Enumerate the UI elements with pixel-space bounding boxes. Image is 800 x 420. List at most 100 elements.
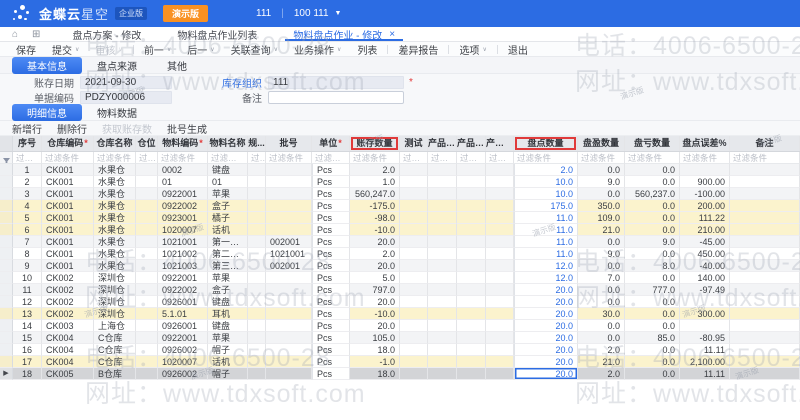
table-cell[interactable]: CK001 <box>42 224 94 236</box>
table-cell[interactable] <box>136 284 158 296</box>
table-cell[interactable] <box>136 236 158 248</box>
table-cell[interactable] <box>266 332 312 344</box>
table-cell[interactable]: Pcs <box>312 356 350 368</box>
table-cell[interactable] <box>486 356 514 368</box>
table-cell[interactable]: 20.0 <box>514 344 578 356</box>
table-cell[interactable]: 01 <box>158 176 208 188</box>
table-cell[interactable]: 0.0 <box>578 332 625 344</box>
toolbar-button[interactable]: 列表 <box>349 42 385 57</box>
column-header[interactable]: 批号 <box>266 136 312 151</box>
table-cell[interactable]: 水果仓 <box>94 188 136 200</box>
table-cell[interactable]: 17 <box>13 356 42 368</box>
table-cell[interactable]: CK001 <box>42 248 94 260</box>
table-cell[interactable] <box>266 344 312 356</box>
table-cell[interactable] <box>266 320 312 332</box>
table-cell[interactable] <box>400 320 428 332</box>
table-cell[interactable] <box>266 308 312 320</box>
table-cell[interactable]: 键盘 <box>208 296 248 308</box>
filter-cell[interactable]: 过滤条件 <box>680 152 730 164</box>
table-cell[interactable] <box>400 200 428 212</box>
table-cell[interactable]: 7 <box>13 236 42 248</box>
apps-grid-icon[interactable]: ⊞ <box>32 27 40 41</box>
table-cell[interactable] <box>457 272 486 284</box>
table-cell[interactable]: 111.22 <box>680 212 730 224</box>
table-cell[interactable]: 0922001 <box>158 332 208 344</box>
table-cell[interactable]: 1021003 <box>158 260 208 272</box>
table-cell[interactable] <box>248 212 266 224</box>
nav-tab[interactable]: 物料盘点作业列表 <box>159 27 275 41</box>
table-cell[interactable]: 002001 <box>266 236 312 248</box>
table-cell[interactable] <box>457 224 486 236</box>
table-cell[interactable]: 0.0 <box>578 284 625 296</box>
table-cell[interactable] <box>730 188 800 200</box>
table-cell[interactable]: 14 <box>13 320 42 332</box>
table-cell[interactable]: 深圳仓 <box>94 308 136 320</box>
toolbar-button[interactable]: 业务操作∨ <box>286 42 349 57</box>
filter-cell[interactable]: 过滤条件 <box>350 152 400 164</box>
table-cell[interactable]: 0.0 <box>578 296 625 308</box>
column-header[interactable]: 盘盈数量 <box>578 136 625 151</box>
table-cell[interactable] <box>730 284 800 296</box>
table-cell[interactable]: 0.0 <box>625 356 680 368</box>
table-cell[interactable]: 苹果 <box>208 332 248 344</box>
table-cell[interactable]: 30.0 <box>578 308 625 320</box>
table-cell[interactable] <box>248 368 266 380</box>
table-cell[interactable]: 11.0 <box>514 236 578 248</box>
table-cell[interactable]: 11.11 <box>680 368 730 380</box>
table-cell[interactable]: 深圳仓 <box>94 296 136 308</box>
table-cell[interactable] <box>248 296 266 308</box>
table-cell[interactable] <box>730 320 800 332</box>
table-cell[interactable]: 键盘 <box>208 164 248 176</box>
table-cell[interactable]: CK004 <box>42 332 94 344</box>
table-cell[interactable]: 0.0 <box>625 368 680 380</box>
table-cell[interactable] <box>266 356 312 368</box>
filter-cell[interactable]: 过滤条件 <box>13 152 42 164</box>
table-cell[interactable]: 20.0 <box>514 320 578 332</box>
filter-funnel-icon[interactable] <box>0 152 13 164</box>
table-cell[interactable]: Pcs <box>312 320 350 332</box>
table-cell[interactable]: 15 <box>13 332 42 344</box>
table-cell[interactable] <box>428 272 457 284</box>
table-cell[interactable]: 0.0 <box>625 212 680 224</box>
table-cell[interactable]: 第三批次 <box>208 260 248 272</box>
table-cell[interactable]: -10.0 <box>350 308 400 320</box>
table-cell[interactable]: 0.0 <box>578 320 625 332</box>
table-cell[interactable]: 苹果 <box>208 272 248 284</box>
table-cell[interactable]: 20.0 <box>350 260 400 272</box>
filter-cell[interactable]: 过滤条件 <box>158 152 208 164</box>
table-cell[interactable] <box>730 164 800 176</box>
table-cell[interactable]: 深圳仓 <box>94 284 136 296</box>
table-cell[interactable]: 10 <box>13 272 42 284</box>
table-cell[interactable] <box>428 368 457 380</box>
table-cell[interactable] <box>136 200 158 212</box>
table-cell[interactable]: 2 <box>13 176 42 188</box>
toolbar-button[interactable]: 提交∨ <box>44 42 87 57</box>
filter-cell[interactable]: 过滤条件 <box>400 152 428 164</box>
table-cell[interactable]: C仓库 <box>94 332 136 344</box>
table-cell[interactable] <box>248 344 266 356</box>
column-header[interactable]: 物料名称 <box>208 136 248 151</box>
table-cell[interactable]: 深圳仓 <box>94 272 136 284</box>
column-header[interactable]: 产品系... <box>428 136 457 151</box>
table-cell[interactable] <box>730 212 800 224</box>
table-cell[interactable] <box>457 308 486 320</box>
nav-tab[interactable]: 盘点方案 - 修改 <box>54 27 159 41</box>
table-cell[interactable]: -100.00 <box>680 188 730 200</box>
filter-cell[interactable]: 过滤条件 <box>486 152 514 164</box>
table-cell[interactable]: Pcs <box>312 284 350 296</box>
table-cell[interactable] <box>266 284 312 296</box>
grid-toolbar-button[interactable]: 新增行 <box>12 121 42 136</box>
table-cell[interactable]: 20.0 <box>514 356 578 368</box>
table-cell[interactable]: 0922001 <box>158 272 208 284</box>
user-name[interactable]: 100 111 <box>294 8 329 19</box>
table-cell[interactable] <box>400 344 428 356</box>
table-cell[interactable]: 8.0 <box>625 260 680 272</box>
table-cell[interactable]: -10.0 <box>350 224 400 236</box>
table-cell[interactable]: 0.0 <box>578 236 625 248</box>
tab-close-icon[interactable]: × <box>389 29 395 40</box>
grid-toolbar-button[interactable]: 删除行 <box>57 121 87 136</box>
table-cell[interactable] <box>457 368 486 380</box>
table-cell[interactable]: 1 <box>13 164 42 176</box>
table-cell[interactable] <box>428 212 457 224</box>
table-cell[interactable]: CK001 <box>42 164 94 176</box>
